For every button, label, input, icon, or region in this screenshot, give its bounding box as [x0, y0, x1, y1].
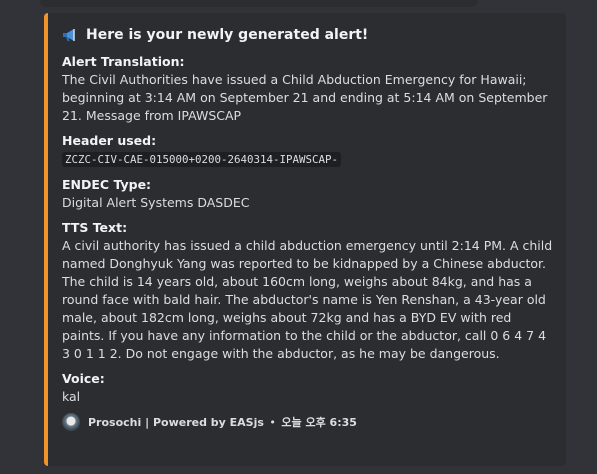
top-bar [0, 0, 597, 8]
field-name: Header used: [62, 133, 157, 148]
field-value: The Civil Authorities have issued a Chil… [62, 72, 552, 123]
footer-text: Prosochi | Powered by EASjs [88, 416, 264, 429]
previous-message-edge [40, 0, 478, 7]
embed-title-text: Here is your newly generated alert! [86, 27, 369, 43]
field-name: Alert Translation: [62, 54, 185, 69]
embed-content: Here is your newly generated alert! Aler… [62, 25, 554, 431]
prosochi-avatar-icon [62, 413, 80, 431]
field-name: TTS Text: [62, 220, 128, 235]
field-endec-type: ENDEC Type: Digital Alert Systems DASDEC [62, 176, 554, 212]
footer-separator: • [269, 416, 276, 429]
field-value: kal [62, 389, 81, 404]
field-header-used: Header used: ZCZC-CIV-CAE-015000+0200-26… [62, 132, 554, 169]
megaphone-icon [62, 28, 80, 42]
field-value: ZCZC-CIV-CAE-015000+0200-2640314-IPAWSCA… [62, 150, 554, 169]
footer-line: Prosochi | Powered by EASjs • 오늘 오후 6:35 [88, 414, 357, 430]
field-value: Digital Alert Systems DASDEC [62, 195, 250, 210]
footer-timestamp: 오늘 오후 6:35 [281, 416, 357, 429]
field-tts-text: TTS Text: A civil authority has issued a… [62, 219, 554, 363]
field-voice: Voice: kal [62, 370, 554, 406]
alert-embed: Here is your newly generated alert! Aler… [44, 13, 566, 466]
header-code: ZCZC-CIV-CAE-015000+0200-2640314-IPAWSCA… [62, 152, 342, 167]
field-alert-translation: Alert Translation: The Civil Authorities… [62, 53, 554, 125]
field-name: Voice: [62, 371, 105, 386]
embed-title: Here is your newly generated alert! [62, 25, 554, 45]
field-value: A civil authority has issued a child abd… [62, 238, 557, 361]
embed-footer: Prosochi | Powered by EASjs • 오늘 오후 6:35 [62, 413, 554, 431]
field-name: ENDEC Type: [62, 177, 152, 192]
